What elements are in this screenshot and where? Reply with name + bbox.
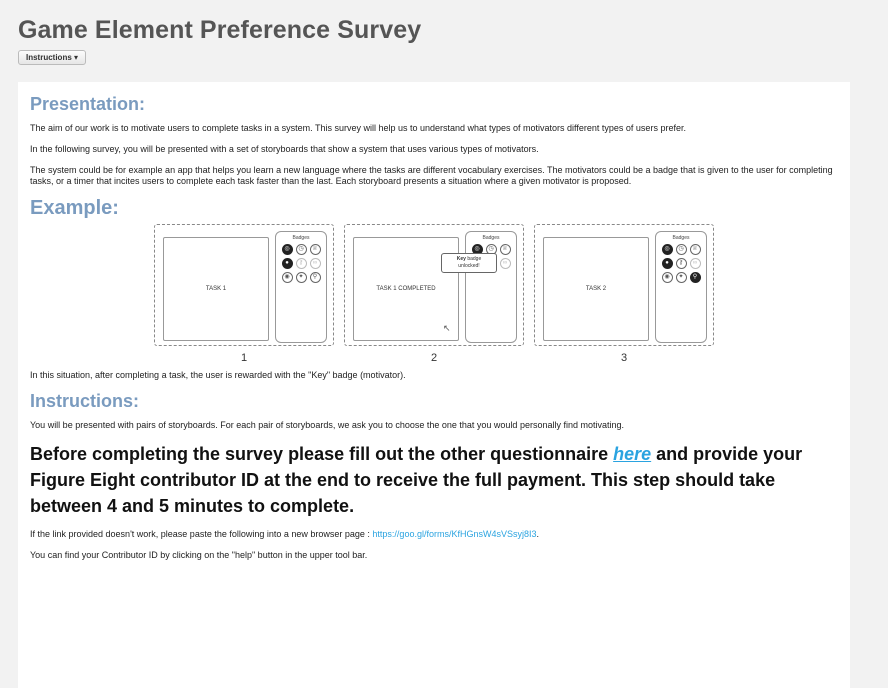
magnifier-badge-icon: ⚲ [309, 272, 321, 283]
locked-badge-icon: ∞ [689, 258, 701, 269]
presentation-heading: Presentation: [30, 94, 146, 114]
page-title: Game Element Preference Survey [18, 16, 422, 44]
contributor-id-note: You can find your Contributor ID by clic… [30, 550, 368, 560]
presentation-paragraph: In the following survey, you will be pre… [30, 144, 539, 154]
survey-page: Game Element Preference Survey Instructi… [0, 0, 888, 688]
mouse-cursor-icon: ↖ [443, 323, 451, 333]
badge-unlocked-tooltip: Key badge unlocked! [441, 253, 497, 273]
tooltip-unlocked-text: unlocked! [458, 263, 480, 269]
locked-badge-icon: ∞ [309, 258, 321, 269]
instructions-heading: Instructions: [30, 391, 140, 411]
storyboard-box: TASK 1 COMPLETED Badges ◎ ◷ ♕ ● ⚷ ∞ [344, 224, 524, 346]
badge-panel: Badges ◎ ◷ ♕ ● ⚷ ∞ ◉ ✦ ⚲ [275, 231, 327, 343]
badges-label: Badges [672, 235, 690, 241]
magnifier-badge-icon: ⚲ [689, 272, 701, 283]
storyboard-box: TASK 1 Badges ◎ ◷ ♕ ● ⚷ ∞ ◉ ✦ ⚲ [154, 224, 334, 346]
storyboard-number: 1 [240, 352, 248, 364]
badge-panel: Badges ◎ ◷ ♕ ● ⚷ ∞ ◉ ✦ ⚲ [655, 231, 707, 343]
example-caption: In this situation, after completing a ta… [30, 370, 406, 380]
link-note-after: . [536, 529, 539, 539]
locked-key-badge-icon: ⚷ [295, 258, 307, 269]
star-badge-icon: ✦ [295, 272, 307, 283]
eye-badge-icon: ◉ [661, 272, 673, 283]
survey-content-panel: Presentation: The aim of our work is to … [18, 82, 850, 688]
instructions-intro: You will be presented with pairs of stor… [30, 420, 624, 430]
presentation-paragraph: The system could be for example an app t… [30, 165, 833, 186]
storyboard-frame-2: TASK 1 COMPLETED Badges ◎ ◷ ♕ ● ⚷ ∞ [344, 224, 524, 364]
trophy-badge-icon: ♕ [309, 244, 321, 255]
instructions-dropdown-button[interactable]: Instructions ▾ [18, 50, 87, 65]
questionnaire-link[interactable]: here [613, 444, 651, 464]
person-badge-icon: ● [661, 258, 673, 269]
storyboard-box: TASK 2 Badges ◎ ◷ ♕ ● ⚷ ∞ ◉ ✦ ⚲ [534, 224, 714, 346]
task-area: TASK 2 [543, 237, 649, 341]
tooltip-badge-name: Key [456, 256, 466, 262]
questionnaire-url-link[interactable]: https://goo.gl/forms/KfHGnsW4sVSsyj8I3 [372, 529, 536, 539]
link-fallback-note: If the link provided doesn't work, pleas… [30, 529, 838, 540]
task-area: TASK 1 [163, 237, 269, 341]
link-note-before: If the link provided doesn't work, pleas… [30, 529, 373, 539]
tooltip-badge-suffix: badge [465, 256, 482, 262]
questionnaire-notice: Before completing the survey please fill… [30, 441, 838, 519]
storyboard-frame-3: TASK 2 Badges ◎ ◷ ♕ ● ⚷ ∞ ◉ ✦ ⚲ 3 [534, 224, 714, 364]
trophy-badge-icon: ♕ [689, 244, 701, 255]
storyboard-frame-1: TASK 1 Badges ◎ ◷ ♕ ● ⚷ ∞ ◉ ✦ ⚲ 1 [154, 224, 334, 364]
locked-badge-icon: ∞ [499, 258, 511, 269]
badge-grid: ◎ ◷ ♕ ● ⚷ ∞ ◉ ✦ ⚲ [656, 244, 706, 283]
clock-badge-icon: ◷ [295, 244, 307, 255]
instructions-button-label: Instructions [26, 53, 72, 62]
badges-label: Badges [482, 235, 500, 241]
badges-label: Badges [292, 235, 310, 241]
notice-text-before: Before completing the survey please fill… [30, 444, 614, 464]
eye-badge-icon: ◉ [281, 272, 293, 283]
star-badge-icon: ✦ [675, 272, 687, 283]
target-badge-icon: ◎ [281, 244, 293, 255]
example-heading: Example: [30, 197, 119, 219]
storyboard-number: 3 [620, 352, 628, 364]
storyboard-number: 2 [430, 352, 438, 364]
key-badge-icon: ⚷ [675, 258, 687, 269]
trophy-badge-icon: ♕ [499, 244, 511, 255]
caret-down-icon: ▾ [74, 53, 79, 62]
presentation-paragraph: The aim of our work is to motivate users… [30, 123, 686, 133]
clock-badge-icon: ◷ [675, 244, 687, 255]
person-badge-icon: ● [281, 258, 293, 269]
badge-grid: ◎ ◷ ♕ ● ⚷ ∞ ◉ ✦ ⚲ [276, 244, 326, 283]
badge-panel: Badges ◎ ◷ ♕ ● ⚷ ∞ [465, 231, 517, 343]
example-storyboards: TASK 1 Badges ◎ ◷ ♕ ● ⚷ ∞ ◉ ✦ ⚲ 1 TASK 1… [30, 224, 838, 364]
target-badge-icon: ◎ [661, 244, 673, 255]
